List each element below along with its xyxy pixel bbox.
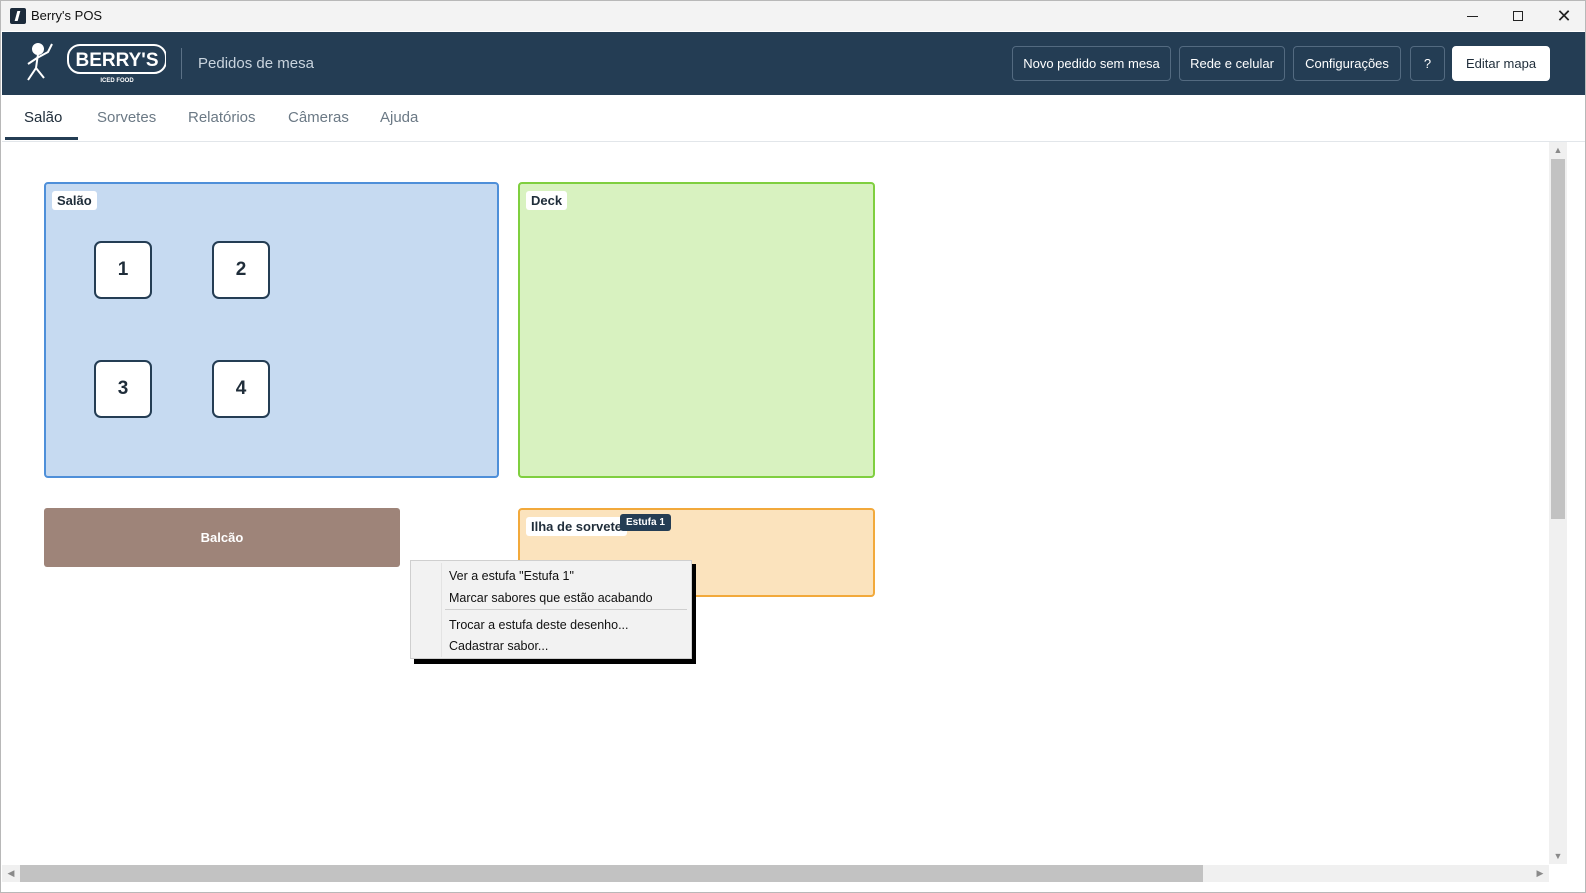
maximize-icon	[1513, 11, 1523, 21]
new-order-button[interactable]: Novo pedido sem mesa	[1012, 46, 1171, 81]
table-2[interactable]: 2	[212, 241, 270, 299]
tab-relatorios[interactable]: Relatórios	[188, 109, 256, 126]
close-icon: ✕	[1556, 6, 1572, 26]
table-3[interactable]: 3	[94, 360, 152, 418]
map-canvas: Salão 1 2 3 4 Deck Balcão Ilha de sorvet…	[2, 142, 1549, 865]
tab-bar: Salão Sorvetes Relatórios Câmeras Ajuda	[2, 95, 1585, 142]
app-header: BERRY'S ICED FOOD Pedidos de mesa Novo p…	[2, 32, 1585, 95]
context-menu-gutter	[413, 563, 442, 657]
menu-item-cadastrar-sabor[interactable]: Cadastrar sabor...	[449, 639, 548, 653]
zone-label-deck: Deck	[526, 191, 568, 210]
scroll-down-icon[interactable]: ▼	[1549, 848, 1567, 864]
menu-item-ver-estufa[interactable]: Ver a estufa "Estufa 1"	[449, 569, 574, 583]
title-bar: Berry's POS ✕	[1, 1, 1585, 31]
help-button[interactable]: ?	[1410, 46, 1445, 81]
menu-item-trocar-estufa[interactable]: Trocar a estufa deste desenho...	[449, 618, 629, 632]
vertical-scroll-thumb[interactable]	[1551, 159, 1565, 519]
tab-salao[interactable]: Salão	[24, 109, 62, 126]
menu-separator	[445, 609, 687, 610]
network-button[interactable]: Rede e celular	[1179, 46, 1285, 81]
active-tab-indicator	[5, 137, 78, 140]
context-menu-body: Ver a estufa "Estufa 1" Marcar sabores q…	[410, 560, 692, 659]
scroll-left-icon[interactable]: ◀	[3, 865, 19, 882]
scroll-up-icon[interactable]: ▲	[1549, 142, 1567, 158]
table-1[interactable]: 1	[94, 241, 152, 299]
zone-label-balcao: Balcão	[200, 530, 244, 545]
app-icon	[10, 8, 26, 24]
table-4[interactable]: 4	[212, 360, 270, 418]
window-title: Berry's POS	[31, 8, 103, 23]
tab-sorvetes[interactable]: Sorvetes	[97, 109, 156, 126]
horizontal-scroll-thumb[interactable]	[20, 865, 1203, 882]
page-title: Pedidos de mesa	[198, 55, 314, 72]
minimize-icon	[1466, 15, 1478, 17]
zone-balcao[interactable]: Balcão	[44, 508, 400, 567]
brand-logo: BERRY'S ICED FOOD	[27, 43, 166, 84]
logo-subtext: ICED FOOD	[100, 78, 134, 84]
estufa-badge: Estufa 1	[620, 514, 671, 531]
zone-deck[interactable]: Deck	[518, 182, 875, 478]
menu-item-marcar-sabores[interactable]: Marcar sabores que estão acabando	[449, 591, 653, 605]
close-button[interactable]: ✕	[1541, 1, 1585, 31]
zone-label-salao: Salão	[52, 191, 97, 210]
header-divider	[181, 48, 182, 79]
zone-label-ilha: Ilha de sorvete	[526, 517, 628, 536]
app-window: Berry's POS ✕ BERRY'S ICED FOOD Pedidos …	[0, 0, 1586, 893]
tab-ajuda[interactable]: Ajuda	[380, 109, 418, 126]
logo-text: BERRY'S	[76, 50, 159, 71]
tab-cameras[interactable]: Câmeras	[288, 109, 349, 126]
maximize-button[interactable]	[1495, 1, 1541, 31]
settings-button[interactable]: Configurações	[1293, 46, 1401, 81]
minimize-button[interactable]	[1449, 1, 1495, 31]
context-menu: Ver a estufa "Estufa 1" Marcar sabores q…	[410, 560, 696, 664]
edit-map-button[interactable]: Editar mapa	[1452, 46, 1550, 81]
zone-salao[interactable]: Salão 1 2 3 4	[44, 182, 499, 478]
scroll-right-icon[interactable]: ▶	[1532, 865, 1548, 882]
